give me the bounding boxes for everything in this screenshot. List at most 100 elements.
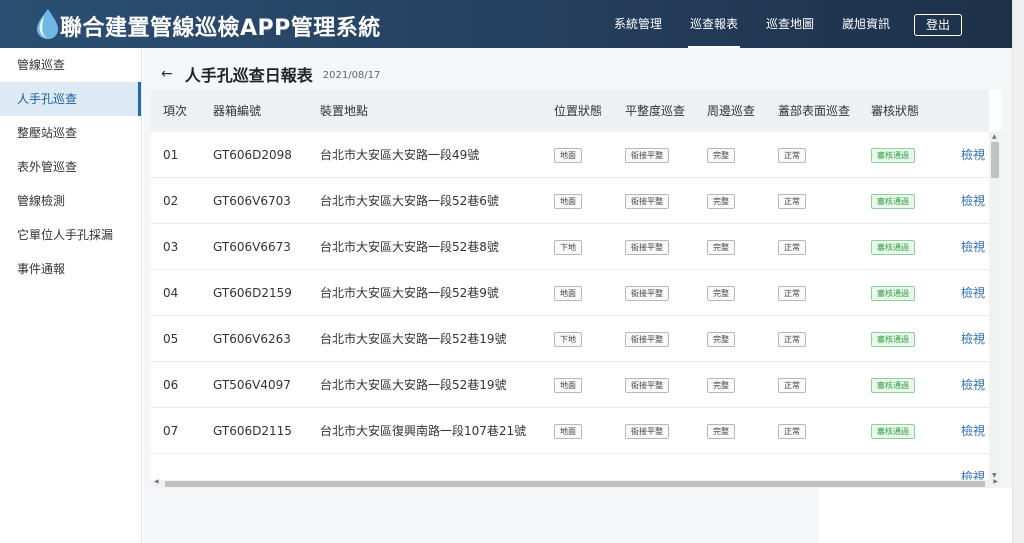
column-header-position-status: 位置狀態 bbox=[554, 104, 603, 118]
cell-no: 06 bbox=[163, 378, 179, 392]
horizontal-scroll-thumb[interactable] bbox=[165, 481, 985, 487]
app-title: 聯合建置管線巡檢APP管理系統 bbox=[60, 16, 381, 41]
cover-surface-badge: 正常 bbox=[778, 148, 806, 163]
surrounding-badge: 完整 bbox=[707, 378, 735, 393]
position-status-badge: 地面 bbox=[554, 424, 582, 439]
column-header-flatness: 平整度巡查 bbox=[625, 104, 686, 118]
column-header-no: 項次 bbox=[163, 104, 188, 118]
cell-no: 07 bbox=[163, 424, 179, 438]
surrounding-badge: 完整 bbox=[707, 286, 735, 301]
nav-company-info[interactable]: 崴旭資訊 bbox=[842, 0, 890, 48]
vertical-scroll-thumb[interactable] bbox=[991, 142, 999, 178]
scroll-right-icon[interactable]: ▶ bbox=[993, 478, 998, 485]
view-link[interactable]: 檢視 bbox=[961, 224, 985, 270]
cell-box-id: GT606V6673 bbox=[213, 240, 291, 254]
column-header-review-status: 審核狀態 bbox=[871, 104, 920, 118]
table-vertical-scrollbar[interactable]: ▲ ▼ bbox=[989, 132, 1001, 480]
sidebar: 管線巡查 人手孔巡查 整壓站巡查 表外管巡查 管線檢測 它單位人手孔採漏 事件通… bbox=[0, 48, 142, 543]
nav-inspection-map[interactable]: 巡查地圖 bbox=[766, 0, 814, 48]
sidebar-item-external-pipe[interactable]: 表外管巡查 bbox=[0, 150, 141, 184]
view-link[interactable]: 檢視 bbox=[961, 270, 985, 316]
surrounding-badge: 完整 bbox=[707, 194, 735, 209]
table-row: 07 GT606D2115 台北市大安區復興南路一段107巷21號 地面 銜接平… bbox=[151, 408, 989, 454]
surrounding-badge: 完整 bbox=[707, 240, 735, 255]
position-status-badge: 下地 bbox=[554, 240, 582, 255]
position-status-badge: 下地 bbox=[554, 332, 582, 347]
scroll-up-icon[interactable]: ▲ bbox=[992, 133, 997, 140]
top-header: 聯合建置管線巡檢APP管理系統 系統管理 巡查報表 巡查地圖 崴旭資訊 登出 bbox=[0, 0, 1012, 48]
view-link[interactable]: 檢視 bbox=[961, 408, 985, 454]
table-row: 03 GT606V6673 台北市大安區大安路一段52巷8號 下地 銜接平整 完… bbox=[151, 224, 989, 270]
view-link[interactable]: 檢視 bbox=[961, 316, 985, 362]
page-title: 人手孔巡查日報表 bbox=[184, 66, 313, 85]
view-link[interactable]: 檢視 bbox=[961, 454, 985, 480]
page-header: ← 人手孔巡查日報表 2021/08/17 bbox=[161, 62, 380, 86]
review-status-badge: 審核通過 bbox=[871, 286, 915, 301]
cover-surface-badge: 正常 bbox=[778, 194, 806, 209]
cover-surface-badge: 正常 bbox=[778, 424, 806, 439]
flatness-badge: 銜接平整 bbox=[625, 424, 669, 439]
cell-no: 02 bbox=[163, 194, 179, 208]
cell-box-id: GT606V6703 bbox=[213, 194, 291, 208]
flatness-badge: 銜接平整 bbox=[625, 332, 669, 347]
cell-no: 03 bbox=[163, 240, 179, 254]
position-status-badge: 地面 bbox=[554, 378, 582, 393]
arrow-left-icon[interactable]: ← bbox=[161, 66, 173, 82]
cell-location: 台北市大安區大安路一段52巷8號 bbox=[320, 240, 499, 254]
report-table: 項次 器箱編號 裝置地點 位置狀態 平整度巡查 周邊巡查 蓋部表面巡查 審核狀態… bbox=[151, 90, 1001, 488]
column-header-location: 裝置地點 bbox=[320, 104, 369, 118]
review-status-badge: 審核通過 bbox=[871, 240, 915, 255]
flatness-badge: 銜接平整 bbox=[625, 148, 669, 163]
cover-surface-badge: 正常 bbox=[778, 286, 806, 301]
review-status-badge: 審核通過 bbox=[871, 424, 915, 439]
sidebar-item-other-unit-manhole[interactable]: 它單位人手孔採漏 bbox=[0, 218, 141, 252]
cover-surface-badge: 正常 bbox=[778, 332, 806, 347]
scroll-left-icon[interactable]: ◀ bbox=[154, 478, 159, 485]
sidebar-item-manhole-inspection[interactable]: 人手孔巡查 bbox=[0, 82, 141, 116]
window-scrollbar[interactable] bbox=[1012, 0, 1024, 543]
flatness-badge: 銜接平整 bbox=[625, 286, 669, 301]
flatness-badge: 銜接平整 bbox=[625, 378, 669, 393]
cell-box-id: GT606D2115 bbox=[213, 424, 292, 438]
cover-surface-badge: 正常 bbox=[778, 378, 806, 393]
nav-system-management[interactable]: 系統管理 bbox=[614, 0, 662, 48]
sidebar-item-pipeline-inspection[interactable]: 管線巡查 bbox=[0, 48, 141, 82]
logout-button[interactable]: 登出 bbox=[914, 14, 962, 36]
table-row: 04 GT606D2159 台北市大安區大安路一段52巷9號 地面 銜接平整 完… bbox=[151, 270, 989, 316]
table-horizontal-scrollbar[interactable]: ◀ ▶ bbox=[151, 478, 1001, 488]
top-nav: 系統管理 巡查報表 巡查地圖 崴旭資訊 bbox=[600, 0, 904, 48]
table-row: 05 GT606V6263 台北市大安區大安路一段52巷19號 下地 銜接平整 … bbox=[151, 316, 989, 362]
surrounding-badge: 完整 bbox=[707, 332, 735, 347]
view-link[interactable]: 檢視 bbox=[961, 178, 985, 224]
cell-box-id: GT606D2159 bbox=[213, 286, 292, 300]
review-status-badge: 審核通過 bbox=[871, 332, 915, 347]
flatness-badge: 銜接平整 bbox=[625, 240, 669, 255]
review-status-badge: 審核通過 bbox=[871, 194, 915, 209]
sidebar-item-regulator-station[interactable]: 整壓站巡查 bbox=[0, 116, 141, 150]
table-row: 檢視 bbox=[151, 454, 989, 480]
column-header-cover-surface: 蓋部表面巡查 bbox=[778, 104, 851, 118]
surrounding-badge: 完整 bbox=[707, 148, 735, 163]
cell-location: 台北市大安區大安路一段52巷9號 bbox=[320, 286, 499, 300]
position-status-badge: 地面 bbox=[554, 286, 582, 301]
main-content: ← 人手孔巡查日報表 2021/08/17 項次 器箱編號 裝置地點 位置狀態 … bbox=[143, 48, 1012, 543]
cell-box-id: GT606D2098 bbox=[213, 148, 292, 162]
review-status-badge: 審核通過 bbox=[871, 148, 915, 163]
flatness-badge: 銜接平整 bbox=[625, 194, 669, 209]
sidebar-item-pipeline-testing[interactable]: 管線檢測 bbox=[0, 184, 141, 218]
cell-location: 台北市大安區大安路一段49號 bbox=[320, 148, 480, 162]
sidebar-item-incident-report[interactable]: 事件通報 bbox=[0, 252, 141, 286]
footer-blank-area bbox=[819, 488, 1012, 543]
cell-no: 04 bbox=[163, 286, 179, 300]
nav-inspection-report[interactable]: 巡查報表 bbox=[688, 0, 741, 48]
position-status-badge: 地面 bbox=[554, 148, 582, 163]
column-header-surrounding: 周邊巡查 bbox=[707, 104, 756, 118]
cell-box-id: GT606V6263 bbox=[213, 332, 291, 346]
report-date: 2021/08/17 bbox=[322, 70, 381, 81]
cell-box-id: GT506V4097 bbox=[213, 378, 291, 392]
cell-no: 01 bbox=[163, 148, 179, 162]
view-link[interactable]: 檢視 bbox=[961, 362, 985, 408]
view-link[interactable]: 檢視 bbox=[961, 132, 985, 178]
surrounding-badge: 完整 bbox=[707, 424, 735, 439]
water-drop-logo-icon bbox=[37, 9, 58, 39]
